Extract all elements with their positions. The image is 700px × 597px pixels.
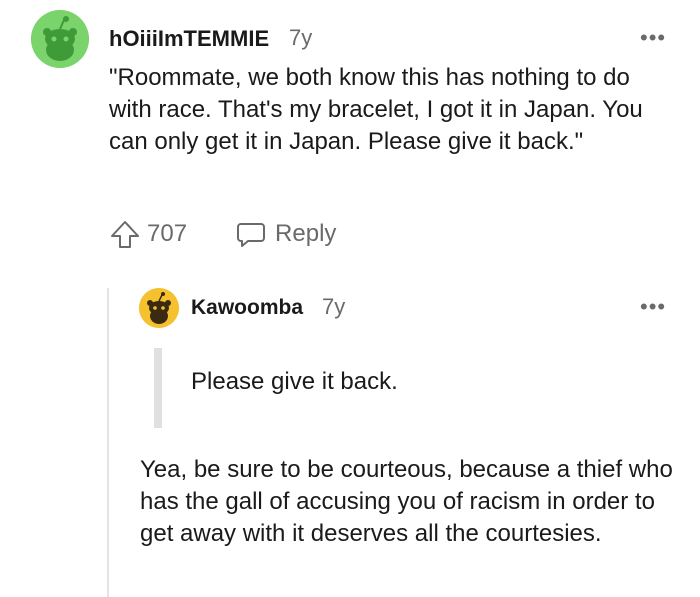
comment-actions: 707 Reply [109,218,336,250]
reply-button[interactable]: Reply [235,218,336,250]
snoo-avatar-icon [31,10,89,68]
blockquote-bar [154,348,162,428]
snoo-avatar-icon [139,288,179,328]
more-options-button[interactable]: ••• [640,296,666,318]
avatar[interactable] [139,288,179,328]
speech-bubble-icon [237,223,266,247]
upvote-arrow-icon[interactable] [109,218,141,250]
username[interactable]: Kawoomba [191,296,303,320]
comment-age: 7y [322,294,346,319]
vote-score: 707 [147,220,188,247]
comment-body: "Roommate, we both know this has nothing… [109,64,643,155]
more-options-button[interactable]: ••• [640,27,666,49]
comment-body: Yea, be sure to be courteous, because a … [140,456,673,547]
reply-label: Reply [275,220,337,247]
blockquote-text: Please give it back. [191,368,398,395]
comment-age: 7y [289,25,313,50]
comment-top: hOiiiImTEMMIE 7y ••• "Roommate, we both … [0,0,700,270]
comment-reply: Kawoomba 7y ••• Please give it back. Yea… [0,270,700,597]
username[interactable]: hOiiiImTEMMIE [109,26,269,52]
avatar[interactable] [31,10,89,68]
vote-area: 707 [109,218,187,250]
